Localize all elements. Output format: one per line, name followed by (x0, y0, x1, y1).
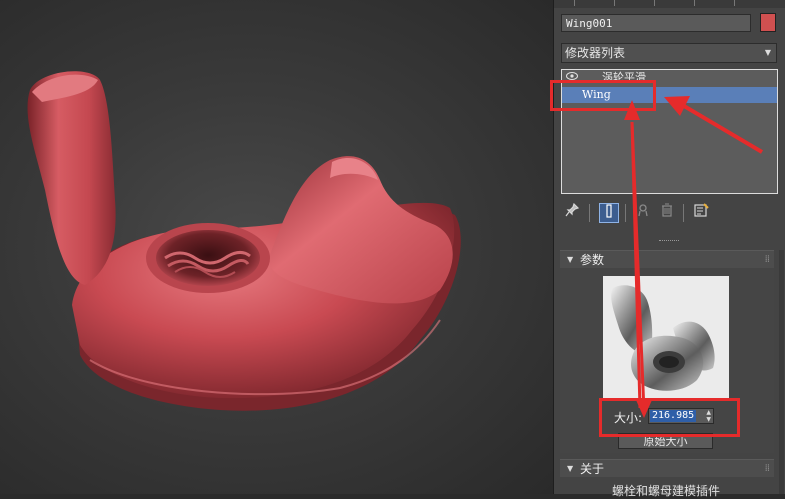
modifier-list-dropdown[interactable]: 修改器列表 ▼ (561, 43, 777, 63)
about-rollout-header[interactable]: ▼ 关于 ⁞⁞ (560, 459, 774, 477)
collapse-triangle-icon: ▼ (567, 255, 574, 264)
splitter-grip[interactable] (659, 240, 679, 244)
trash-icon[interactable] (659, 203, 675, 223)
annotation-box-size (599, 398, 740, 437)
annotation-box-wing (550, 80, 656, 111)
chevron-down-icon: ▼ (764, 48, 771, 57)
object-name-field[interactable]: Wing001 (561, 14, 751, 32)
about-text: 螺栓和螺母建模插件 (612, 484, 721, 498)
rollout-title: 参数 (580, 253, 605, 267)
configure-modifier-sets-icon[interactable] (692, 203, 710, 223)
drag-handle-icon[interactable]: ⁞⁞ (765, 460, 770, 478)
toolbar-divider (683, 204, 684, 222)
pin-icon[interactable] (564, 202, 580, 223)
panel-tabs[interactable] (554, 0, 785, 8)
toolbar-divider (589, 204, 590, 222)
modifier-list-label: 修改器列表 (565, 46, 626, 60)
show-end-result-icon[interactable] (599, 203, 619, 223)
make-unique-icon[interactable] (635, 203, 651, 223)
viewport-3d[interactable] (0, 0, 553, 494)
wing-nut-model (27, 71, 461, 411)
params-rollout-header[interactable]: ▼ 参数 ⁞⁞ (560, 250, 774, 268)
collapse-triangle-icon: ▼ (567, 464, 574, 473)
preview-thumbnail (603, 276, 729, 398)
drag-handle-icon[interactable]: ⁞⁞ (765, 251, 770, 269)
rollout-title: 关于 (580, 462, 605, 476)
object-color-swatch[interactable] (760, 13, 776, 32)
stack-toolbar (561, 201, 777, 225)
panel-scrollbar[interactable] (779, 250, 784, 494)
toolbar-divider (625, 204, 626, 222)
